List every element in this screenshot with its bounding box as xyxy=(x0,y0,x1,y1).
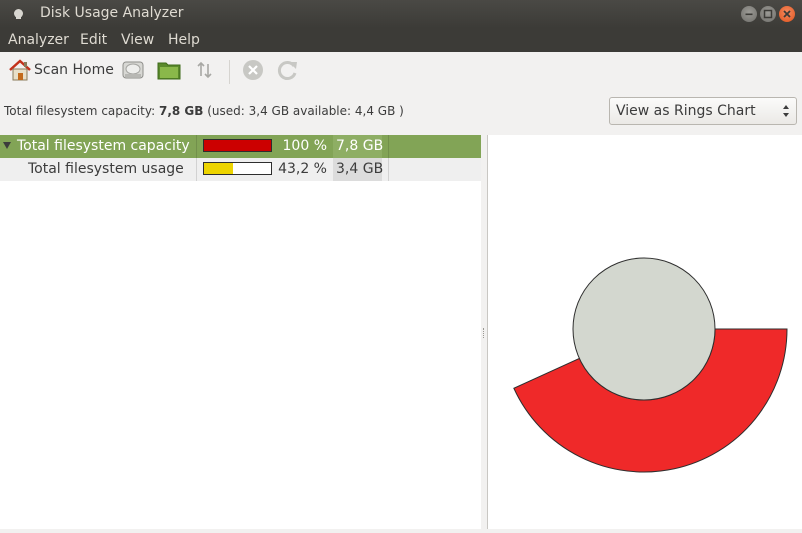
tree-row-name: Total filesystem usage xyxy=(28,161,184,177)
folder-icon xyxy=(157,62,181,80)
stop-icon xyxy=(243,60,263,80)
menu-help[interactable]: Help xyxy=(168,32,200,48)
scan-filesystem-button[interactable] xyxy=(121,58,147,84)
tree-row-percent: 100 % xyxy=(282,138,327,154)
capacity-info: Total filesystem capacity: 7,8 GB (used:… xyxy=(4,104,404,118)
tree-row-size-cell: 3,4 GB xyxy=(333,158,384,181)
maximize-icon xyxy=(763,9,773,19)
tree-row-size: 3,4 GB xyxy=(336,161,384,177)
menu-edit[interactable]: Edit xyxy=(80,32,107,48)
tree-row-name: Total filesystem capacity xyxy=(17,138,190,154)
rings-chart-pane[interactable] xyxy=(487,135,802,529)
column-separator xyxy=(196,135,197,158)
updown-arrows-icon xyxy=(783,105,789,117)
capacity-info-prefix: Total filesystem capacity: xyxy=(4,104,159,118)
tree-row[interactable]: Total filesystem usage 43,2 % 3,4 GB xyxy=(0,158,481,181)
view-selector[interactable]: View as Rings Chart xyxy=(609,97,797,125)
column-separator xyxy=(196,158,197,181)
close-icon xyxy=(783,10,791,18)
tree-row-size: 7,8 GB xyxy=(336,138,384,154)
reload-icon xyxy=(277,61,297,80)
splitter-grip xyxy=(483,328,486,338)
window-title: Disk Usage Analyzer xyxy=(40,5,184,21)
stop-button[interactable] xyxy=(241,58,265,84)
transfer-arrows-icon xyxy=(197,61,212,79)
close-button[interactable] xyxy=(779,6,795,22)
usage-bar-fill xyxy=(204,140,271,151)
rings-chart-center[interactable] xyxy=(572,257,716,401)
scan-remote-button[interactable] xyxy=(194,58,218,84)
tree-row-size-cell: 7,8 GB xyxy=(333,135,384,158)
menu-analyzer[interactable]: Analyzer xyxy=(8,32,69,48)
tree-row[interactable]: Total filesystem capacity 100 % 7,8 GB xyxy=(0,135,481,158)
minimize-button[interactable] xyxy=(741,6,757,22)
usage-bar xyxy=(203,139,272,152)
scan-folder-button[interactable] xyxy=(157,58,183,84)
capacity-info-details: (used: 3,4 GB available: 4,4 GB ) xyxy=(203,104,404,118)
reload-button[interactable] xyxy=(276,58,300,84)
menu-bar: Analyzer Edit View Help xyxy=(0,28,802,52)
maximize-button[interactable] xyxy=(760,6,776,22)
tree-row-percent: 43,2 % xyxy=(278,161,327,177)
app-icon xyxy=(14,9,23,19)
expander-icon[interactable] xyxy=(3,142,11,149)
rings-chart[interactable] xyxy=(488,135,801,529)
usage-bar xyxy=(203,162,272,175)
scan-home-label: Scan Home xyxy=(34,62,114,78)
tree-view[interactable]: Total filesystem capacity 100 % 7,8 GB T… xyxy=(0,135,481,529)
harddisk-icon xyxy=(122,61,144,79)
view-selector-value: View as Rings Chart xyxy=(616,103,756,119)
toolbar-separator xyxy=(229,60,230,84)
menu-view[interactable]: View xyxy=(121,32,154,48)
minimize-icon xyxy=(745,13,753,16)
usage-bar-fill xyxy=(204,163,233,174)
toolbar: Scan Home xyxy=(0,52,802,90)
capacity-value: 7,8 GB xyxy=(158,104,204,118)
column-separator xyxy=(388,135,389,158)
home-icon xyxy=(9,59,31,81)
scan-home-button[interactable]: Scan Home xyxy=(8,58,114,84)
title-bar: Disk Usage Analyzer xyxy=(0,0,802,28)
column-separator xyxy=(388,158,389,181)
